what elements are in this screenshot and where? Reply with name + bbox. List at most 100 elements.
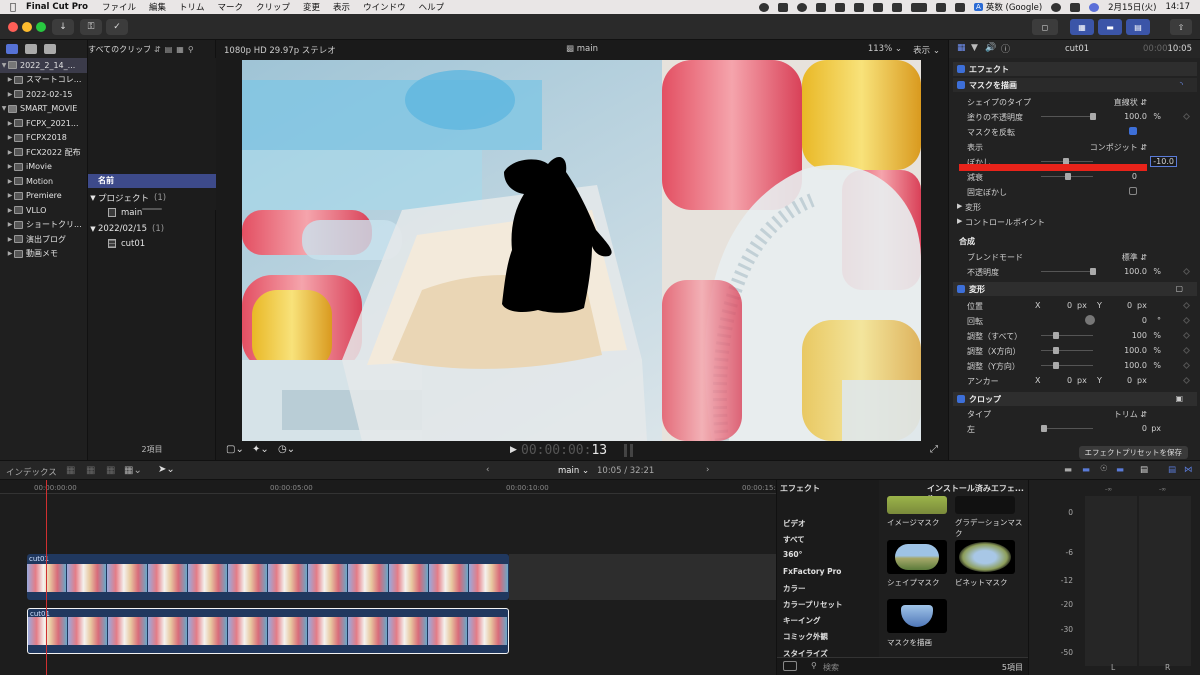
solo-icon[interactable]: ☉ [1100, 464, 1108, 474]
param-value[interactable]: 100.0 [1124, 267, 1147, 276]
display-icon[interactable] [892, 2, 903, 12]
disclosure-triangle-icon[interactable]: ▶ [6, 178, 14, 185]
keyframe-icon[interactable] [1182, 346, 1191, 355]
effect-thumb-vignette-mask[interactable] [955, 540, 1015, 574]
drive-icon[interactable] [854, 2, 865, 12]
connect-clip-icon[interactable]: ▦ [66, 465, 75, 476]
info-inspector-icon[interactable]: ⓘ [1001, 42, 1010, 55]
list-item-clip[interactable]: cut01 [88, 236, 216, 251]
mask-onscreen-icon[interactable]: ◝ [1180, 80, 1183, 89]
effect-thumb-gradient-mask[interactable] [955, 496, 1015, 514]
menu-mark[interactable]: マーク [218, 1, 244, 13]
apple-icon[interactable]:  [0, 2, 26, 13]
invert-mask-checkbox[interactable] [1129, 127, 1137, 135]
chrome-icon[interactable] [797, 2, 808, 12]
scale-x-slider[interactable] [1041, 350, 1093, 351]
effect-category[interactable]: コミック外観 [783, 631, 828, 642]
stop-record-icon[interactable] [759, 2, 770, 12]
library-item[interactable]: ▶ FCX2022 配布 [0, 145, 87, 160]
menubar-time[interactable]: 14:17 [1166, 2, 1191, 12]
timecode-display[interactable]: 00:00:00:13 [521, 443, 607, 458]
timeline-clip-connected[interactable]: cut01 [27, 554, 509, 600]
disclosure-triangle-icon[interactable]: ▶ [6, 207, 14, 214]
color-inspector-icon[interactable]: ▼ [971, 43, 978, 53]
effects-search-input[interactable]: 検索 [823, 662, 993, 673]
transform-section[interactable]: 変形 ▢ [953, 282, 1197, 296]
app-menu[interactable]: Final Cut Pro [26, 2, 88, 12]
group-date[interactable]: ▼ 2022/02/15 (1) [88, 221, 216, 236]
effect-thumb-draw-mask[interactable] [887, 599, 947, 633]
crop-onscreen-icon[interactable]: ▣ [1175, 394, 1183, 403]
menu-trim[interactable]: トリム [179, 1, 205, 13]
disclosure-triangle-icon[interactable]: ▶ [6, 192, 14, 199]
library-item[interactable]: ▶ スマートコレ... [0, 73, 87, 88]
library-item[interactable]: ▶ 2022-02-15 [0, 87, 87, 102]
save-effects-preset-button[interactable]: エフェクトプリセットを保存 [1078, 446, 1188, 459]
list-item-project[interactable]: main [88, 205, 216, 220]
library-item[interactable]: ▶ ショートクリ... [0, 218, 87, 233]
fullscreen-icon[interactable]: ⤢ [930, 444, 938, 455]
menu-file[interactable]: ファイル [102, 1, 136, 13]
control-center-icon[interactable] [1070, 2, 1081, 12]
sidebar-toggle-icon[interactable] [783, 661, 797, 671]
inspector-toggle[interactable]: ▤ [1126, 19, 1150, 35]
audio-inspector-icon[interactable]: 🔊 [985, 43, 996, 53]
index-button[interactable]: インデックス [6, 466, 57, 478]
zoom-window-button[interactable] [36, 22, 46, 32]
cloud-icon[interactable] [873, 2, 884, 12]
slider-knob[interactable] [1065, 173, 1071, 180]
effect-thumb-image-mask[interactable] [887, 496, 947, 514]
crop-enable-checkbox[interactable] [957, 395, 965, 403]
workspace-button[interactable]: ◻ [1032, 19, 1058, 35]
disclosure-triangle-icon[interactable]: ▼ [88, 194, 98, 202]
keyframe-icon[interactable] [1182, 301, 1191, 310]
library-item[interactable]: ▶ Premiere [0, 189, 87, 204]
transform-enable-checkbox[interactable] [957, 285, 965, 293]
library-item[interactable]: ▼ SMART_MOVIE [0, 102, 87, 117]
library-item[interactable]: ▶ FCPX2018 [0, 131, 87, 146]
fill-opacity-slider[interactable] [1041, 116, 1093, 117]
timeline-project-name[interactable]: main ⌄ [558, 466, 589, 476]
disclosure-triangle-icon[interactable]: ▶ [6, 120, 14, 127]
effect-category[interactable]: カラープリセット [783, 599, 843, 610]
library-item[interactable]: ▶ FCPX_2021... [0, 116, 87, 131]
menu-clip[interactable]: クリップ [256, 1, 290, 13]
disclosure-triangle-icon[interactable]: ▶ [6, 250, 14, 257]
scale-y-slider[interactable] [1041, 365, 1093, 366]
search-icon[interactable]: ⚲ [188, 45, 194, 54]
keywords-button[interactable]: ⚿ [80, 19, 102, 35]
snapping-icon[interactable]: ▬ [1116, 465, 1124, 475]
titles-generators-icon[interactable] [44, 44, 56, 54]
menu-view[interactable]: 表示 [333, 1, 350, 13]
enhance-tool-icon[interactable]: ✦⌄ [252, 444, 269, 455]
feather-value-field[interactable]: -10.0 [1150, 156, 1177, 167]
keyframe-icon[interactable] [1182, 331, 1191, 340]
disclosure-triangle-icon[interactable]: ▶ [6, 91, 14, 98]
share-button[interactable]: ⇧ [1170, 19, 1192, 35]
crop-type-popup[interactable]: トリム ⇵ [1114, 409, 1147, 420]
effects-section[interactable]: エフェクト [953, 62, 1197, 76]
effects-enable-checkbox[interactable] [957, 65, 965, 73]
audio-skimming-icon[interactable]: ▬ [1064, 465, 1072, 475]
column-header-name[interactable]: 名前 [88, 174, 216, 188]
siri-icon[interactable] [1089, 2, 1100, 12]
playhead[interactable] [46, 480, 47, 675]
disclosure-triangle-icon[interactable]: ▼ [0, 62, 8, 69]
line-icon[interactable] [778, 2, 789, 12]
menu-edit[interactable]: 編集 [149, 1, 166, 13]
timeline-clip-primary[interactable]: cut01 [27, 608, 509, 654]
disclosure-triangle-icon[interactable]: ▶ [6, 134, 14, 141]
disclosure-triangle-icon[interactable]: ▶ [6, 76, 14, 83]
battery-icon[interactable] [911, 2, 928, 12]
disclosure-triangle-icon[interactable]: ▼ [88, 225, 98, 233]
composite-section[interactable]: 合成 [953, 234, 1197, 248]
photos-audio-icon[interactable] [25, 44, 37, 54]
param-value[interactable]: 0 [1142, 316, 1147, 325]
dropbox-icon[interactable] [835, 2, 846, 12]
clip-filter-dropdown[interactable]: すべてのクリップ [88, 44, 150, 55]
keyframe-icon[interactable] [1182, 376, 1191, 385]
disclosure-triangle-icon[interactable]: ▶ [957, 202, 962, 210]
scale-all-slider[interactable] [1041, 335, 1093, 336]
play-button[interactable]: ▶ [510, 445, 517, 455]
overwrite-clip-icon[interactable]: ▦⌄ [124, 465, 142, 476]
